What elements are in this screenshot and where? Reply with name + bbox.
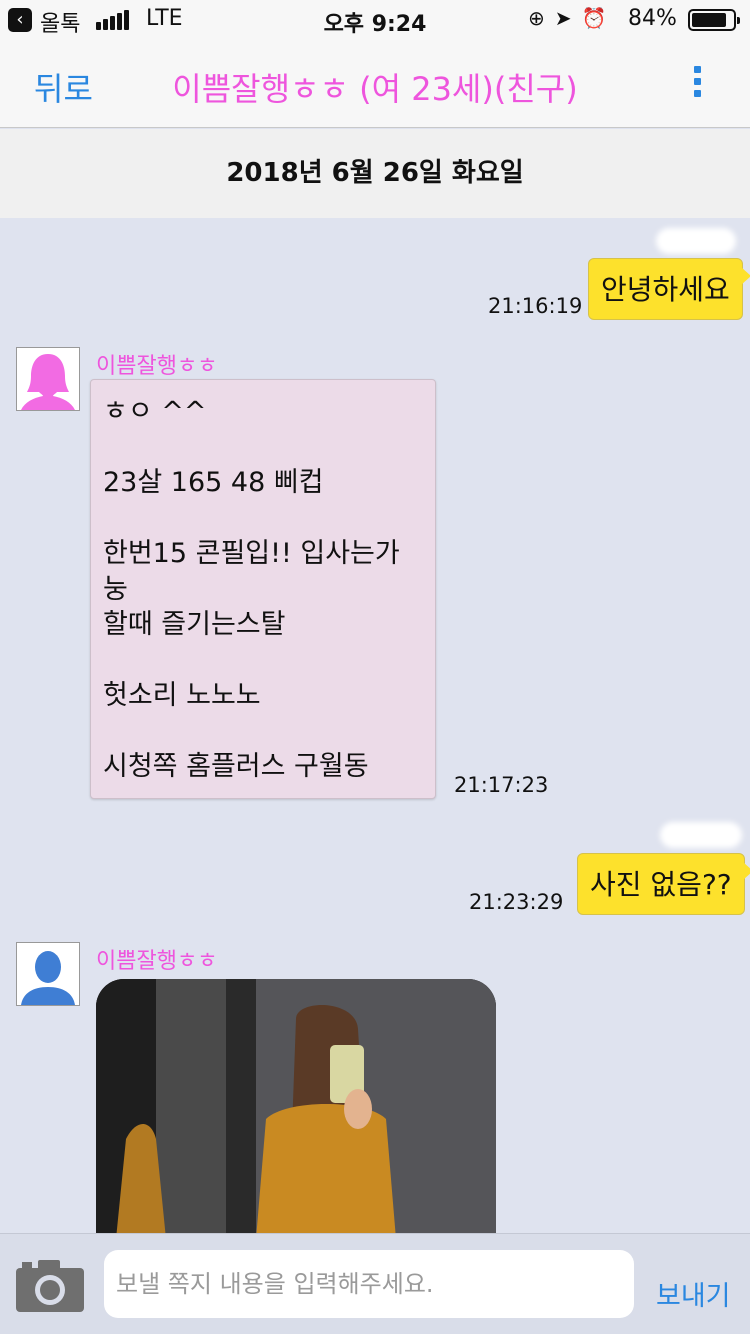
battery-icon <box>688 9 740 31</box>
incoming-message: ㅎㅇ ^^ 23살 165 48 삐컵 한번15 콘필입!! 입사는가눙 할때 … <box>90 379 436 799</box>
camera-icon[interactable] <box>14 1256 86 1314</box>
message-text: 사진 없음?? <box>590 868 732 901</box>
location-icon: ➤ <box>554 6 582 30</box>
message-line: 헛소리 노노노 <box>103 680 261 711</box>
status-bar: ‹ 올톡 LTE 오후 9:24 ⊕➤⏰ 84% <box>0 0 750 40</box>
message-text: 안녕하세요 <box>601 273 730 306</box>
orientation-lock-icon: ⊕ <box>528 6 555 30</box>
male-avatar-icon[interactable] <box>16 942 80 1006</box>
redacted-sender-name <box>656 228 736 254</box>
message-input-bar: 보내기 <box>0 1233 750 1334</box>
sender-name: 이쁨잘행ㅎㅎ <box>96 354 218 379</box>
date-header: 2018년 6월 26일 화요일 <box>0 129 750 218</box>
navigation-bar: 뒤로 이쁨잘행ㅎㅎ (여 23세)(친구) <box>0 40 750 128</box>
message-line: ㅎㅇ ^^ <box>103 396 207 427</box>
outgoing-message: 안녕하세요 <box>588 258 750 320</box>
sender-name: 이쁨잘행ㅎㅎ <box>96 949 218 974</box>
message-time: 21:23:29 <box>469 890 564 914</box>
redacted-sender-name <box>660 822 742 848</box>
battery-percent: 84% <box>628 6 677 31</box>
message-line: 한번15 콘필입!! 입사는가눙 <box>103 538 400 605</box>
message-line: 할때 즐기는스탈 <box>103 609 286 640</box>
chat-title: 이쁨잘행ㅎㅎ (여 23세)(친구) <box>172 70 578 108</box>
status-icons: ⊕➤⏰ <box>528 6 616 30</box>
message-input[interactable] <box>104 1250 634 1318</box>
outgoing-message: 사진 없음?? <box>577 853 750 915</box>
message-line: 23살 165 48 삐컵 <box>103 467 324 498</box>
message-time: 21:16:19 <box>488 294 583 318</box>
message-time: 21:17:23 <box>454 773 549 797</box>
female-avatar-icon[interactable] <box>16 347 80 411</box>
more-vertical-icon[interactable] <box>692 66 704 100</box>
message-line: 시청쪽 홈플러스 구월동 <box>103 751 369 782</box>
send-button[interactable]: 보내기 <box>656 1274 731 1313</box>
photo-message[interactable] <box>96 979 496 1239</box>
alarm-icon: ⏰ <box>581 6 617 30</box>
